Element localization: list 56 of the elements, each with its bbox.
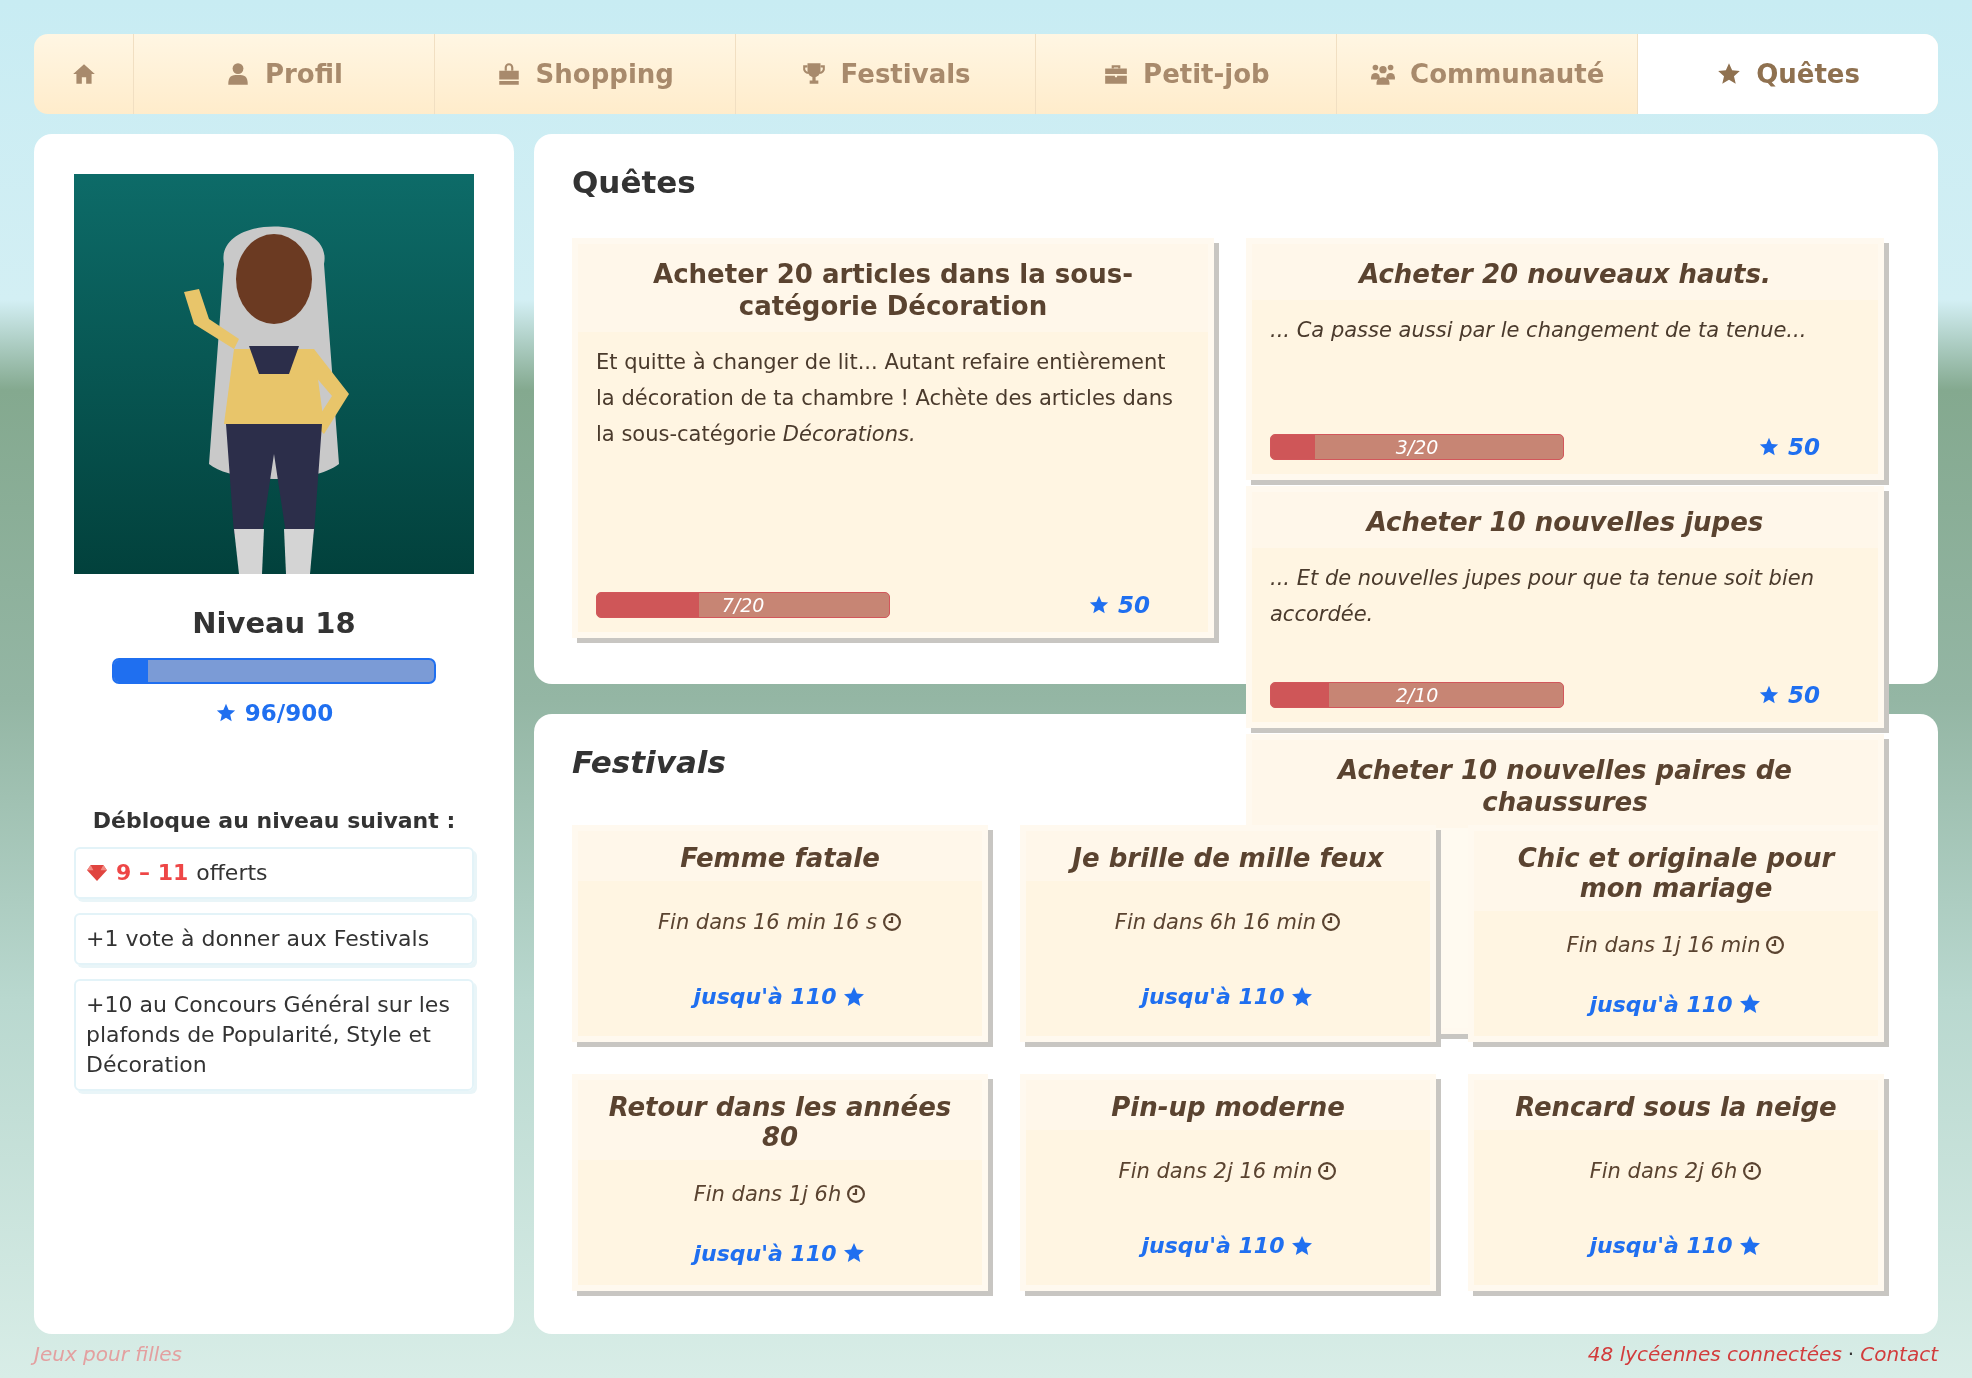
quest-description: ... Et de nouvelles jupes pour que ta tenue soit bien accordée. [1270,565,1815,628]
xp-reading: 96/900 [244,700,334,726]
clock-icon [1321,912,1342,932]
quest-reward: 50 [1788,682,1820,708]
unlock-heading: Débloque au niveau suivant : [92,808,456,833]
festival-title: Je brille de mille feux [1036,843,1420,873]
star-icon [214,702,237,724]
progress-reading: 7/20 [721,594,765,616]
festival-time-left: Fin dans 2j 6h [1589,1159,1738,1183]
star-icon [1758,684,1780,706]
quest-title: Acheter 10 nouvelles paires de chaussures [1335,754,1793,818]
star-icon [842,1241,867,1265]
unlock-text: +1 vote à donner aux Festivals [86,925,430,953]
nav-tab[interactable]: Festivals [735,34,1037,114]
online-count-link[interactable]: 48 lycéennes connectées [1587,1342,1842,1366]
nav-tab[interactable]: Quêtes [1638,34,1938,114]
nav-tab[interactable]: Petit-job [1036,34,1338,114]
unlock-text: +10 au Concours Général sur les plafonds de Popularité, Style et Décoration [86,991,451,1079]
festival-title: Femme fatale [679,843,881,873]
gem-icon [86,864,108,882]
section-title: Festivals [572,744,726,780]
quest-title: Acheter 20 articles dans la sous-catégorie Décoration [652,258,1134,322]
star-icon [1758,436,1780,458]
star-icon [1738,992,1763,1016]
festival-time-left: Fin dans 6h 16 min [1114,910,1317,934]
festival-title: Pin-up moderne [1110,1092,1346,1122]
gem-range: 9 – 11 [116,859,189,887]
section-title: Quêtes [572,164,696,200]
festival-title: Retour dans les années 80 [607,1092,953,1152]
quest-title: Acheter 10 nouvelles jupes [1364,506,1765,538]
quest-description: ... Ca passe aussi par le changement de ta tenue... [1270,317,1808,344]
level-title: Niveau 18 [192,606,356,640]
clock-icon [846,1183,867,1204]
clock-icon [1317,1161,1338,1181]
progress-reading: 3/20 [1395,436,1439,458]
festival-time-left: Fin dans 1j 6h [693,1181,842,1206]
progress-reading: 2/10 [1395,684,1439,706]
quest-reward: 50 [1788,434,1820,460]
clock-icon [1742,1161,1763,1181]
quest-title: Acheter 20 nouveaux hauts. [1357,258,1772,290]
festival-time-left: Fin dans 2j 16 min [1118,1159,1313,1183]
festival-time-left: Fin dans 1j 16 min [1566,932,1761,957]
trophy-icon [800,61,827,87]
nav-tab[interactable]: Shopping [434,34,736,114]
separator: · [1847,1342,1855,1366]
quest-description: Et quitte à changer de lit... Autant refaire entièrement la décoration de ta chambre ! Achète des articles dans la sous-catégorie Décorations. [596,349,1174,448]
unlock-text: offerts [196,859,268,887]
clock-icon [1765,934,1786,955]
nav-tab[interactable]: Profil [134,34,435,114]
festival-title: Rencard sous la neige [1514,1092,1838,1122]
clock-icon [882,912,902,932]
festival-time-left: Fin dans 16 min 16 s [657,910,877,934]
festival-title: Chic et originale pour mon mariage [1516,843,1837,903]
quest-reward: 50 [1118,592,1150,618]
contact-link[interactable]: Contact [1860,1342,1938,1366]
star-icon [1088,594,1110,616]
